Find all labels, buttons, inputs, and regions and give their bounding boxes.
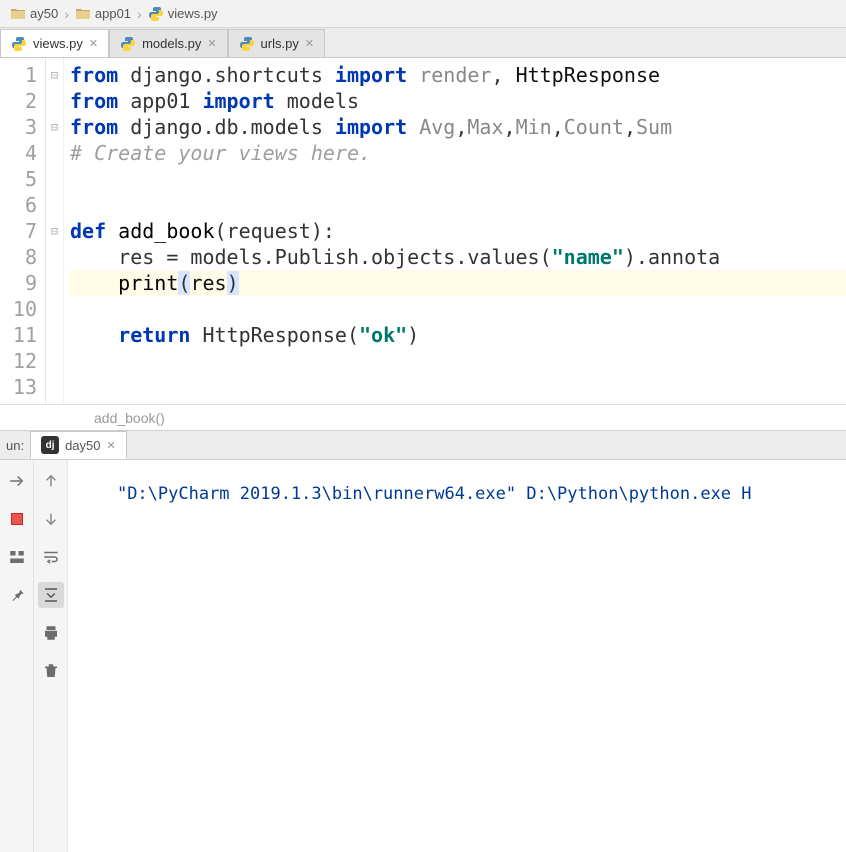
run-config-tab[interactable]: dj day50 ✕ xyxy=(30,431,127,459)
line-number: 8 xyxy=(0,244,37,270)
code-area[interactable]: from django.shortcuts import render, Htt… xyxy=(64,58,846,404)
fold-column[interactable]: ⊟ ⊟ ⊟ xyxy=(46,58,64,404)
close-icon[interactable]: ✕ xyxy=(305,37,314,50)
breadcrumb-label: ay50 xyxy=(30,6,58,21)
run-config-label: day50 xyxy=(65,438,100,453)
folder-icon xyxy=(75,6,91,22)
code-line[interactable]: def add_book(request): xyxy=(70,218,846,244)
code-line[interactable] xyxy=(70,374,846,400)
code-line[interactable] xyxy=(70,166,846,192)
python-icon xyxy=(148,6,164,22)
folder-icon xyxy=(10,6,26,22)
line-number-gutter: 12345678910111213 xyxy=(0,58,46,404)
tab-views[interactable]: views.py ✕ xyxy=(0,29,109,57)
breadcrumb-label: app01 xyxy=(95,6,131,21)
close-icon[interactable]: ✕ xyxy=(89,37,98,50)
line-number: 9 xyxy=(0,270,37,296)
line-number: 12 xyxy=(0,348,37,374)
run-panel: "D:\PyCharm 2019.1.3\bin\runnerw64.exe" … xyxy=(0,460,846,852)
run-toolbar-left xyxy=(0,460,34,852)
breadcrumb-item[interactable]: app01 xyxy=(71,6,135,22)
run-panel-label: un: xyxy=(0,438,30,453)
code-line[interactable] xyxy=(70,296,846,322)
code-line[interactable]: res = models.Publish.objects.values("nam… xyxy=(70,244,846,270)
print-button[interactable] xyxy=(38,620,64,646)
stop-button[interactable] xyxy=(4,506,30,532)
code-editor[interactable]: 12345678910111213 ⊟⊟⊟ from django.shortc… xyxy=(0,58,846,404)
tab-urls[interactable]: urls.py ✕ xyxy=(228,29,326,57)
code-line[interactable] xyxy=(70,348,846,374)
context-bar: add_book() xyxy=(0,404,846,430)
breadcrumb: ay50 › app01 › views.py xyxy=(0,0,846,28)
breadcrumb-item[interactable]: views.py xyxy=(144,6,222,22)
line-number: 4 xyxy=(0,140,37,166)
breadcrumb-sep: › xyxy=(137,6,142,22)
line-number: 10 xyxy=(0,296,37,322)
python-icon xyxy=(239,36,255,52)
python-icon xyxy=(120,36,136,52)
scroll-down-button[interactable] xyxy=(38,506,64,532)
soft-wrap-button[interactable] xyxy=(38,544,64,570)
line-number: 7 xyxy=(0,218,37,244)
line-number: 6 xyxy=(0,192,37,218)
code-line[interactable]: from django.db.models import Avg,Max,Min… xyxy=(70,114,846,140)
editor-tabs: views.py ✕ models.py ✕ urls.py ✕ xyxy=(0,28,846,58)
code-line[interactable]: # Create your views here. xyxy=(70,140,846,166)
breadcrumb-item[interactable]: ay50 xyxy=(6,6,62,22)
layout-button[interactable] xyxy=(4,544,30,570)
pin-button[interactable] xyxy=(4,582,30,608)
scroll-up-button[interactable] xyxy=(38,468,64,494)
console-line: "D:\PyCharm 2019.1.3\bin\runnerw64.exe" … xyxy=(117,484,752,504)
rerun-button[interactable] xyxy=(4,468,30,494)
python-icon xyxy=(11,36,27,52)
line-number: 5 xyxy=(0,166,37,192)
code-line[interactable]: from django.shortcuts import render, Htt… xyxy=(70,62,846,88)
trash-button[interactable] xyxy=(38,658,64,684)
tab-label: models.py xyxy=(142,36,201,51)
code-line[interactable] xyxy=(70,192,846,218)
line-number: 2 xyxy=(0,88,37,114)
run-toolbar-right xyxy=(34,460,68,852)
fold-marker[interactable]: ⊟ xyxy=(51,218,58,244)
close-icon[interactable]: ✕ xyxy=(207,37,216,50)
scroll-to-end-button[interactable] xyxy=(38,582,64,608)
django-icon: dj xyxy=(41,436,59,454)
line-number: 1 xyxy=(0,62,37,88)
line-number: 3 xyxy=(0,114,37,140)
breadcrumb-label: views.py xyxy=(168,6,218,21)
fold-marker[interactable]: ⊟ xyxy=(51,62,58,88)
console-output[interactable]: "D:\PyCharm 2019.1.3\bin\runnerw64.exe" … xyxy=(68,460,846,852)
code-line[interactable]: return HttpResponse("ok") xyxy=(70,322,846,348)
fold-marker[interactable]: ⊟ xyxy=(51,114,58,140)
run-panel-header: un: dj day50 ✕ xyxy=(0,430,846,460)
code-line[interactable]: from app01 import models xyxy=(70,88,846,114)
tab-models[interactable]: models.py ✕ xyxy=(109,29,227,57)
line-number: 13 xyxy=(0,374,37,400)
code-line[interactable]: print(res) xyxy=(70,270,846,296)
breadcrumb-sep: › xyxy=(64,6,69,22)
close-icon[interactable]: ✕ xyxy=(107,439,116,452)
tab-label: views.py xyxy=(33,36,83,51)
context-function: add_book() xyxy=(94,410,165,426)
line-number: 11 xyxy=(0,322,37,348)
tab-label: urls.py xyxy=(261,36,299,51)
